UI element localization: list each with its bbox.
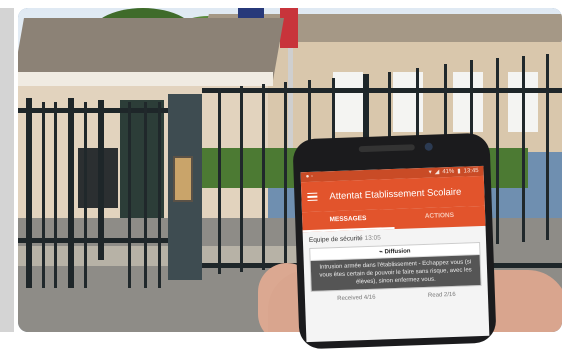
fence-bar xyxy=(144,102,147,288)
fence-post xyxy=(98,100,104,260)
message-time: 13:05 xyxy=(364,234,381,243)
intercom xyxy=(173,156,193,202)
fence-rail xyxy=(202,88,562,93)
message-card[interactable]: ⌁ Diffusion Intrusion armée dans l'établ… xyxy=(309,242,482,292)
fence-bar xyxy=(84,102,87,288)
sender-name: Equipe de sécurité xyxy=(308,235,363,244)
battery-icon: ▮ xyxy=(457,168,461,175)
notification-icon: ● ◦ xyxy=(305,173,314,181)
phone-screen: ● ◦ ▾ ◢ 41% ▮ 13:45 Attentat Etablisseme… xyxy=(300,165,490,343)
speaker-grille xyxy=(358,144,415,153)
smartphone: ● ◦ ▾ ◢ 41% ▮ 13:45 Attentat Etablisseme… xyxy=(292,132,497,349)
menu-icon[interactable] xyxy=(307,192,318,202)
app-title: Attentat Etablissement Scolaire xyxy=(329,186,462,202)
read-count: Read 2/16 xyxy=(427,291,456,299)
fence-bar xyxy=(284,82,287,268)
fence-bar xyxy=(158,102,161,288)
received-count: Received 4/16 xyxy=(337,294,376,303)
fence-bar xyxy=(218,88,221,274)
flag xyxy=(280,8,298,48)
broadcast-label: Diffusion xyxy=(384,248,411,256)
wifi-icon: ▾ xyxy=(428,169,432,176)
message-text: Intrusion armée dans l'établissement - E… xyxy=(310,255,481,291)
signal-icon: ◢ xyxy=(434,169,440,176)
fence-bar xyxy=(522,56,525,242)
left-edge xyxy=(0,8,14,332)
tab-messages[interactable]: MESSAGES xyxy=(301,209,395,233)
message-list: Equipe de sécurité 13:05 ⌁ Diffusion Int… xyxy=(303,226,489,308)
fence-bar xyxy=(54,102,57,288)
battery-percent: 41% xyxy=(442,168,455,176)
fence-bar xyxy=(546,54,549,240)
fence-post xyxy=(26,98,32,288)
fence-bar xyxy=(128,102,131,288)
fence-bar xyxy=(42,102,45,288)
fence-bar xyxy=(240,86,243,272)
fence-bar xyxy=(496,58,499,244)
fence-post xyxy=(68,98,74,288)
eave xyxy=(18,72,273,86)
front-camera xyxy=(424,142,433,151)
delivery-status: Received 4/16 Read 2/16 xyxy=(311,291,482,303)
tab-actions[interactable]: ACTIONS xyxy=(393,206,485,229)
broadcast-icon: ⌁ xyxy=(379,249,383,256)
status-icons: ▾ ◢ 41% ▮ 13:45 xyxy=(428,166,479,178)
fence-bar xyxy=(262,84,265,270)
clock: 13:45 xyxy=(463,168,479,175)
